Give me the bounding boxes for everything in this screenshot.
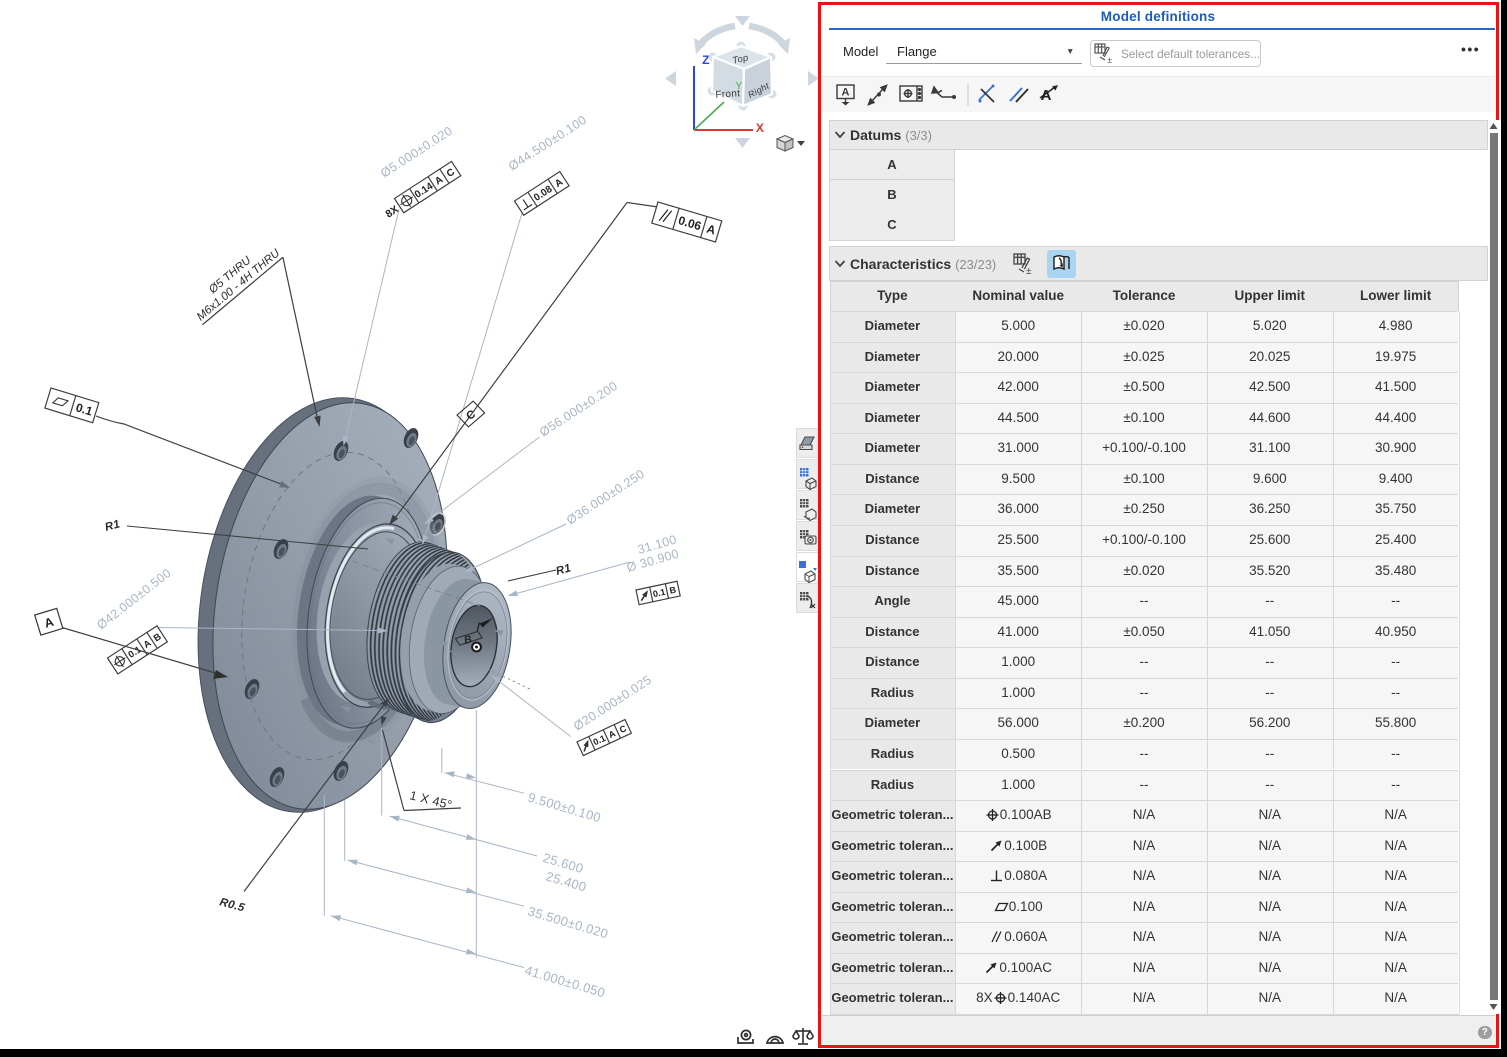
svg-text:R1: R1 <box>104 518 122 534</box>
svg-text:X: X <box>756 121 764 135</box>
svg-text:Y: Y <box>736 81 743 92</box>
svg-text:8X: 8X <box>384 203 401 220</box>
svg-text:9.500±0.100: 9.500±0.100 <box>526 789 603 825</box>
svg-text:41.000±0.050: 41.000±0.050 <box>523 962 607 1000</box>
svg-text:R0.5: R0.5 <box>218 896 246 914</box>
svg-text:Ø42.000±0.500: Ø42.000±0.500 <box>94 566 174 632</box>
svg-text:R1: R1 <box>555 562 573 578</box>
svg-text:35.500±0.020: 35.500±0.020 <box>526 903 610 941</box>
svg-text:Ø44.500±0.100: Ø44.500±0.100 <box>506 113 589 174</box>
svg-text:Ø36.000±0.250: Ø36.000±0.250 <box>564 467 647 528</box>
svg-text:Z: Z <box>702 53 710 67</box>
svg-text:Ø56.000±0.200: Ø56.000±0.200 <box>537 379 620 440</box>
svg-text:Ø20.000±0.025: Ø20.000±0.025 <box>571 673 654 734</box>
